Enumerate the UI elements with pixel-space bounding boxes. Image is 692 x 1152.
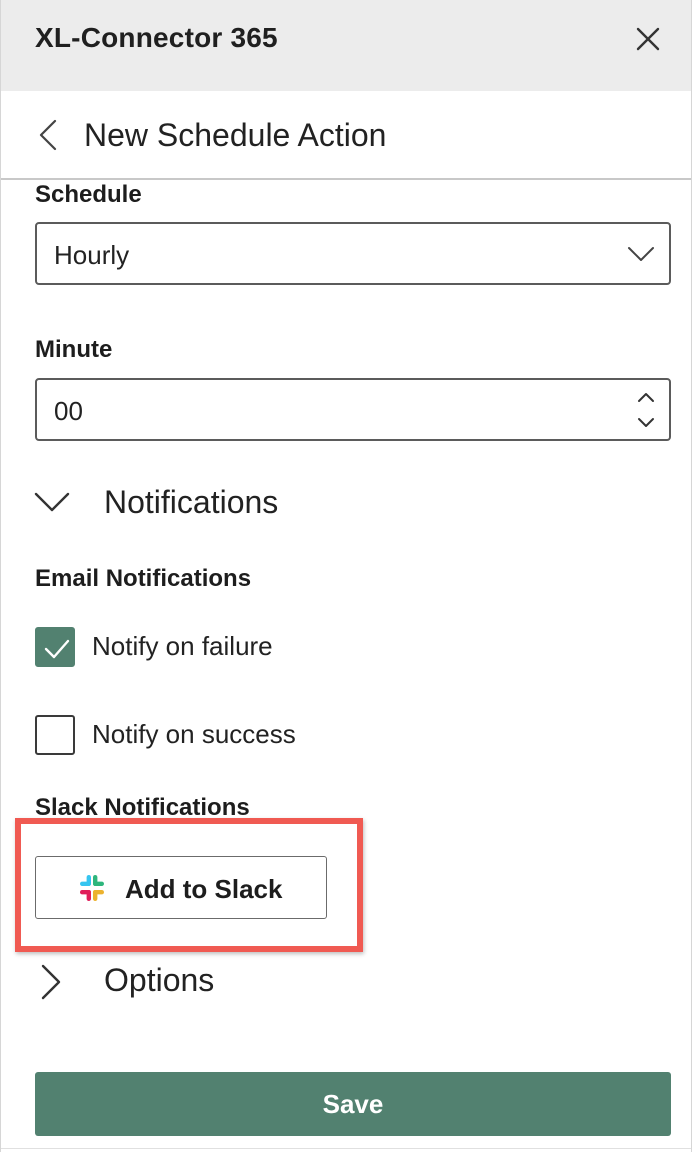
bottom-divider <box>1 1148 691 1149</box>
schedule-select[interactable]: Hourly <box>35 222 671 285</box>
chevron-down-icon <box>628 247 654 261</box>
notifications-label: Notifications <box>104 484 279 520</box>
slack-logo-icon <box>80 875 104 901</box>
notify-success-label: Notify on success <box>92 719 296 749</box>
task-pane: XL-Connector 365 New Schedule Action Sch… <box>0 0 692 1152</box>
notify-success-checkbox[interactable] <box>35 715 75 755</box>
app-title: XL-Connector 365 <box>35 22 278 53</box>
close-icon <box>636 27 660 51</box>
options-toggle[interactable]: Options <box>31 956 451 1008</box>
spin-up-icon[interactable] <box>633 386 659 408</box>
chevron-left-icon <box>39 119 57 151</box>
notify-failure-checkbox[interactable] <box>35 627 75 667</box>
back-button[interactable] <box>31 117 67 153</box>
schedule-label: Schedule <box>35 181 142 208</box>
notify-failure-label: Notify on failure <box>92 631 273 661</box>
notifications-toggle[interactable]: Notifications <box>31 478 451 530</box>
checkmark-icon <box>44 639 70 659</box>
minute-stepper[interactable]: 00 <box>35 378 671 441</box>
page-header: New Schedule Action <box>1 91 691 180</box>
add-to-slack-button[interactable]: Add to Slack <box>35 856 327 919</box>
close-button[interactable] <box>629 22 665 58</box>
options-label: Options <box>104 962 215 998</box>
chevron-right-icon <box>41 964 61 1000</box>
spin-down-icon[interactable] <box>633 412 659 434</box>
chevron-down-icon <box>34 492 70 512</box>
save-button[interactable]: Save <box>35 1072 671 1136</box>
minute-label: Minute <box>35 336 113 363</box>
slack-notifications-heading: Slack Notifications <box>35 794 250 821</box>
title-bar: XL-Connector 365 <box>1 0 691 91</box>
schedule-value: Hourly <box>54 240 130 270</box>
email-notifications-heading: Email Notifications <box>35 565 252 592</box>
notify-success-option[interactable]: Notify on success <box>35 715 435 757</box>
add-to-slack-label: Add to Slack <box>125 874 283 904</box>
notify-failure-option[interactable]: Notify on failure <box>35 627 435 669</box>
page-title: New Schedule Action <box>84 117 387 153</box>
minute-value: 00 <box>54 396 83 426</box>
